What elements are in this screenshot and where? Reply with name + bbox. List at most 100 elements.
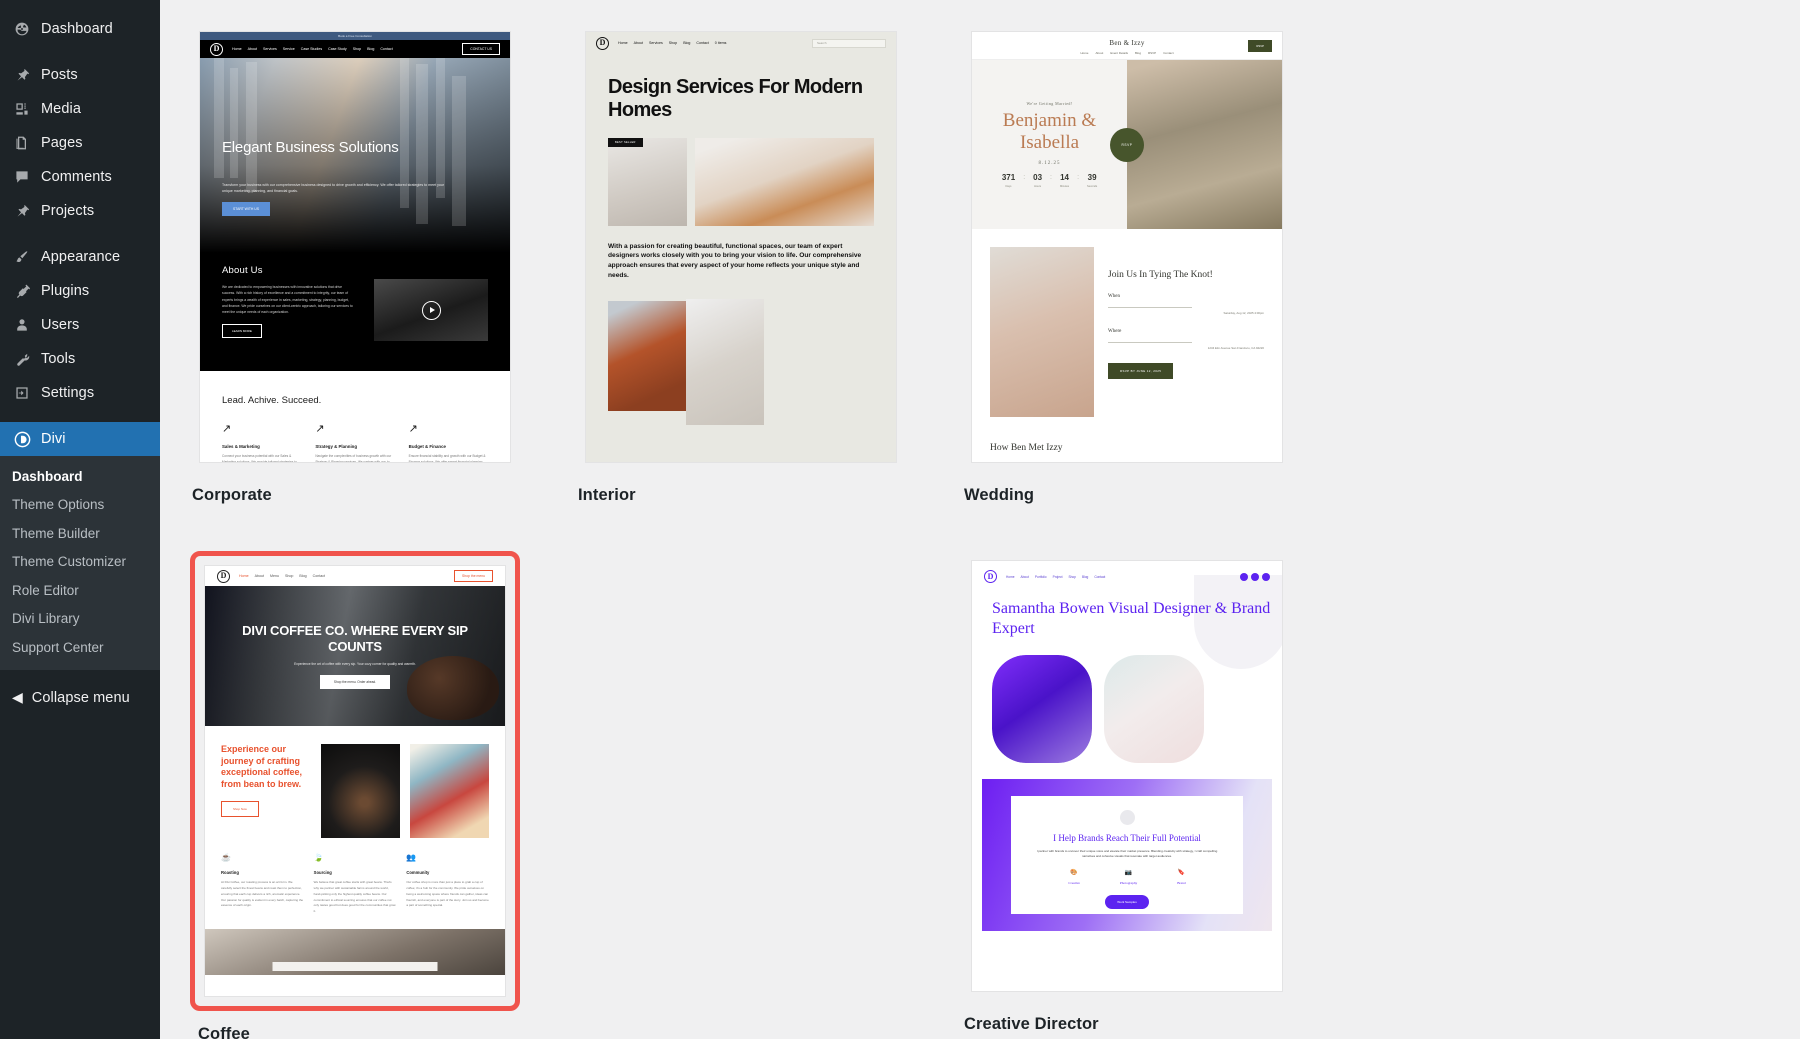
feature-text: Connect your business potential with our…: [222, 454, 297, 463]
service-item: 🔖 Brand: [1177, 870, 1185, 885]
nav-link: Blog: [367, 47, 375, 51]
creative-director-panel-card: I Help Brands Reach Their Full Potential…: [1011, 796, 1243, 914]
corporate-features-columns: ↗ Sales & Marketing Connect your busines…: [222, 424, 488, 463]
layout-thumbnail-coffee[interactable]: D Home About Menu Shop Blog Contact Shop…: [204, 565, 506, 997]
submenu-item-dashboard[interactable]: Dashboard: [0, 462, 160, 491]
interior-image: [695, 137, 874, 226]
coffee-hero-sub: Experience the art of coffee with every …: [294, 662, 416, 667]
sidebar-item-comments[interactable]: Comments: [0, 160, 160, 194]
comment-icon: [12, 167, 32, 187]
countdown-value: 371: [1001, 173, 1016, 183]
wedding-rsvp-button: RSVP: [1248, 40, 1272, 52]
sidebar-item-settings[interactable]: Settings: [0, 376, 160, 410]
corporate-hero-title: Elegant Business Solutions: [222, 139, 399, 156]
sidebar-item-projects[interactable]: Projects: [0, 194, 160, 228]
nav-link: Contact: [1163, 51, 1174, 55]
layout-card-wedding[interactable]: Ben & Izzy Home About Event Details Blog…: [962, 22, 1292, 472]
nav-link: Services: [263, 47, 277, 51]
sidebar-item-pages[interactable]: Pages: [0, 126, 160, 160]
corporate-announcement-text: Book a Free Consultation: [338, 34, 372, 38]
sidebar-item-label: Divi: [41, 430, 66, 447]
layout-card-corporate[interactable]: Book a Free Consultation D Home About Se…: [190, 22, 520, 472]
feature-title: Sourcing: [313, 870, 332, 875]
collapse-menu-button[interactable]: ◀ Collapse menu: [0, 681, 160, 715]
coffee-cta-button: Shop the menu: [454, 570, 493, 582]
nav-link: About: [633, 41, 643, 45]
wedding-header: Ben & Izzy Home About Event Details Blog…: [972, 32, 1282, 59]
collapse-arrow-icon: ◀: [12, 689, 23, 706]
sidebar-item-plugins[interactable]: Plugins: [0, 274, 160, 308]
layout-caption-coffee: Coffee: [198, 1025, 250, 1039]
wedding-hero: We're Getting Married! Benjamin & Isabel…: [972, 59, 1282, 229]
nav-link: Services: [649, 41, 663, 45]
nav-link: Home: [239, 574, 249, 578]
layout-thumbnail-creative-director[interactable]: D Home About Portfolio Project Shop Blog…: [971, 560, 1283, 992]
plug-icon: [12, 281, 32, 301]
layout-card-creative-director[interactable]: D Home About Portfolio Project Shop Blog…: [962, 551, 1292, 1001]
submenu-item-divi-library[interactable]: Divi Library: [0, 605, 160, 634]
sidebar-item-label: Tools: [41, 350, 76, 367]
wedding-preview: Ben & Izzy Home About Event Details Blog…: [972, 32, 1282, 462]
wedding-names: Benjamin & Isabella: [1002, 109, 1097, 153]
nav-link: Blog: [1081, 574, 1089, 579]
collapse-menu-label: Collapse menu: [31, 689, 130, 706]
coffee-preview: D Home About Menu Shop Blog Contact Shop…: [205, 566, 505, 996]
nav-link: Blog: [1135, 51, 1142, 55]
interior-title: Design Services For Modern Homes: [608, 76, 863, 121]
sidebar-item-divi[interactable]: Divi: [0, 422, 168, 456]
service-item: 📷 Photography: [1120, 870, 1137, 885]
social-icon: [1262, 572, 1270, 581]
corporate-hero: Elegant Business Solutions Transform you…: [200, 58, 510, 253]
layout-thumbnail-interior[interactable]: D Home About Services Shop Blog Contact …: [585, 31, 897, 463]
creative-director-services: 🎨 Creative 📷 Photography �: [1068, 870, 1185, 885]
feature-text: At Divi Coffee, our roasting process is …: [221, 880, 304, 908]
nav-link: 0 items: [714, 41, 727, 45]
sidebar-item-appearance[interactable]: Appearance: [0, 240, 160, 274]
avatar: [1119, 810, 1135, 825]
layout-cell-coffee: D Home About Menu Shop Blog Contact Shop…: [190, 551, 520, 1039]
layout-thumbnail-corporate[interactable]: Book a Free Consultation D Home About Se…: [199, 31, 511, 463]
corporate-feature-item: ↗ Sales & Marketing Connect your busines…: [222, 424, 301, 463]
nav-link: Contact: [696, 41, 709, 45]
layout-cell-wedding: Ben & Izzy Home About Event Details Blog…: [962, 22, 1292, 505]
wedding-eyebrow: We're Getting Married!: [1026, 100, 1073, 106]
creative-director-panel: I Help Brands Reach Their Full Potential…: [982, 779, 1272, 931]
wedding-details-section: Join Us In Tying The Knot! When Saturday…: [972, 229, 1282, 417]
sidebar-item-label: Media: [41, 100, 81, 117]
nav-link: About: [1020, 574, 1029, 579]
divi-logo-icon: [12, 429, 32, 449]
sidebar-gap-2: [0, 228, 160, 240]
interior-image: BEST SELLER: [608, 137, 687, 226]
countdown-value: 39: [1087, 173, 1097, 183]
wedding-date: 8.12.25: [1038, 161, 1061, 167]
sidebar-item-dashboard[interactable]: Dashboard: [0, 12, 160, 46]
pin-icon: [12, 201, 32, 221]
submenu-item-theme-builder[interactable]: Theme Builder: [0, 519, 160, 548]
layout-card-coffee[interactable]: D Home About Menu Shop Blog Contact Shop…: [190, 551, 520, 1011]
sidebar-item-label: Users: [41, 316, 80, 333]
layout-thumbnail-wedding[interactable]: Ben & Izzy Home About Event Details Blog…: [971, 31, 1283, 463]
countdown-separator: :: [1050, 174, 1052, 182]
submenu-item-support-center[interactable]: Support Center: [0, 633, 160, 662]
submenu-item-theme-customizer[interactable]: Theme Customizer: [0, 548, 160, 577]
sidebar-item-label: Comments: [41, 168, 112, 185]
sidebar-item-label: Projects: [41, 202, 95, 219]
sidebar-item-media[interactable]: Media: [0, 92, 160, 126]
service-label: Brand: [1177, 880, 1186, 885]
sidebar-item-users[interactable]: Users: [0, 308, 160, 342]
sidebar-item-posts[interactable]: Posts: [0, 58, 160, 92]
nav-link: Case Study: [328, 47, 347, 51]
corporate-features-title: Lead. Achive. Succeed.: [222, 395, 322, 406]
layout-card-interior[interactable]: D Home About Services Shop Blog Contact …: [576, 22, 906, 472]
submenu-item-theme-options[interactable]: Theme Options: [0, 491, 160, 520]
interior-image: [608, 301, 686, 412]
countdown-unit: 14 Minutes: [1060, 174, 1069, 189]
coffee-nav-links: Home About Menu Shop Blog Contact: [239, 574, 325, 578]
nav-link: Portfolio: [1034, 574, 1047, 579]
divi-logo-icon: D: [596, 36, 609, 50]
layout-caption-interior: Interior: [578, 486, 636, 504]
submenu-item-role-editor[interactable]: Role Editor: [0, 576, 160, 605]
layout-grid: Book a Free Consultation D Home About Se…: [190, 22, 1772, 1039]
sidebar-item-tools[interactable]: Tools: [0, 342, 160, 376]
pages-icon: [12, 133, 32, 153]
